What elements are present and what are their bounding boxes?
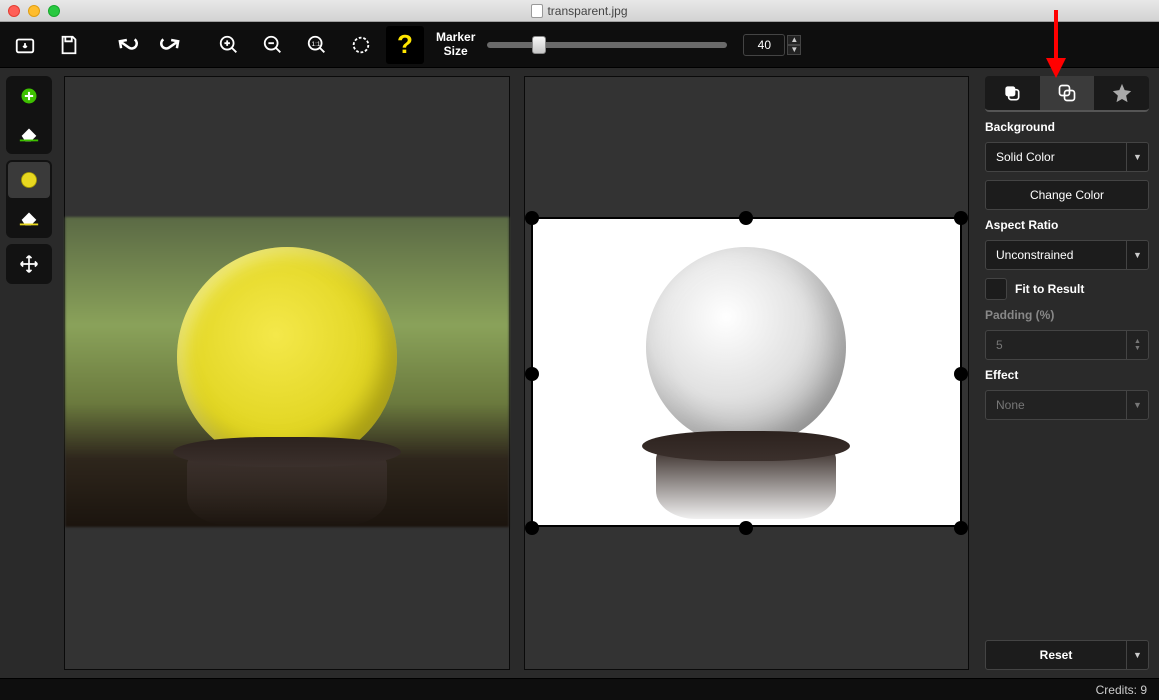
reset-button[interactable]: Reset — [985, 640, 1127, 670]
crop-handle-mr[interactable] — [954, 367, 968, 381]
zoom-in-button[interactable] — [210, 26, 248, 64]
chevron-down-icon[interactable]: ▼ — [1127, 240, 1149, 270]
crop-handle-ml[interactable] — [525, 367, 539, 381]
result-base — [656, 449, 836, 519]
globe-base — [187, 455, 387, 525]
effect-value: None — [985, 390, 1127, 420]
star-icon — [1111, 82, 1133, 104]
marker-size-stepper[interactable]: ▲ ▼ — [787, 35, 801, 55]
reset-menu-caret[interactable]: ▼ — [1127, 640, 1149, 670]
fit-to-result-label: Fit to Result — [1015, 282, 1084, 296]
svg-text:1:1: 1:1 — [312, 40, 321, 47]
square-outline-stack-icon — [1057, 83, 1077, 103]
effect-select[interactable]: None ▼ — [985, 390, 1149, 420]
zoom-actual-icon: 1:1 — [306, 34, 328, 56]
yellow-circle-icon — [19, 170, 39, 190]
zoom-actual-button[interactable]: 1:1 — [298, 26, 336, 64]
document-title-text: transparent.jpg — [547, 4, 627, 18]
tab-layers[interactable] — [985, 76, 1040, 110]
result-globe — [646, 247, 846, 447]
zoom-fit-button[interactable] — [342, 26, 380, 64]
aspect-ratio-value: Unconstrained — [985, 240, 1127, 270]
zoom-out-button[interactable] — [254, 26, 292, 64]
change-color-button[interactable]: Change Color — [985, 180, 1149, 210]
crop-handle-br[interactable] — [954, 521, 968, 535]
help-button[interactable]: ? — [386, 26, 424, 64]
chevron-down-icon[interactable]: ▼ — [1127, 390, 1149, 420]
right-panel: Background Solid Color ▼ Change Color As… — [975, 68, 1159, 678]
eraser-tool[interactable] — [8, 116, 50, 152]
zoom-out-icon — [262, 34, 284, 56]
crop-handle-bc[interactable] — [739, 521, 753, 535]
window-titlebar: transparent.jpg — [0, 0, 1159, 22]
eraser-icon — [18, 126, 40, 142]
background-select-value: Solid Color — [985, 142, 1127, 172]
panel-tabs — [985, 76, 1149, 112]
aspect-ratio-label: Aspect Ratio — [985, 218, 1149, 232]
marker-size-input[interactable] — [743, 34, 785, 56]
undo-icon — [115, 33, 139, 57]
crop-handle-tc[interactable] — [739, 211, 753, 225]
help-icon: ? — [397, 29, 413, 60]
eraser-yellow-icon — [18, 210, 40, 226]
plus-circle-icon — [19, 86, 39, 106]
mark-keep-tool[interactable] — [8, 162, 50, 198]
status-bar: Credits: 9 — [0, 678, 1159, 700]
background-label: Background — [985, 120, 1149, 134]
move-icon — [19, 254, 39, 274]
selection-overlay — [177, 247, 397, 467]
save-button[interactable] — [50, 26, 88, 64]
document-title: transparent.jpg — [0, 4, 1159, 18]
redo-icon — [159, 33, 183, 57]
crop-handle-tr[interactable] — [954, 211, 968, 225]
source-canvas[interactable] — [64, 76, 510, 670]
eraser-keep-tool[interactable] — [8, 200, 50, 236]
square-stack-icon — [1002, 83, 1022, 103]
redo-button[interactable] — [152, 26, 190, 64]
stepper-up-icon[interactable]: ▲ — [787, 35, 801, 45]
padding-label: Padding (%) — [985, 308, 1149, 322]
move-tool[interactable] — [8, 246, 50, 282]
padding-input: 5 ▲▼ — [985, 330, 1149, 360]
document-icon — [531, 4, 543, 18]
open-button[interactable] — [6, 26, 44, 64]
tab-background[interactable] — [1040, 76, 1095, 110]
folder-down-icon — [14, 34, 36, 56]
fit-to-result-checkbox[interactable] — [985, 278, 1007, 300]
main-toolbar: 1:1 ? Marker Size ▲ ▼ — [0, 22, 1159, 68]
undo-button[interactable] — [108, 26, 146, 64]
tab-effects[interactable] — [1094, 76, 1149, 110]
marker-size-label: Marker Size — [436, 31, 475, 57]
crop-handle-tl[interactable] — [525, 211, 539, 225]
aspect-ratio-select[interactable]: Unconstrained ▼ — [985, 240, 1149, 270]
mark-add-tool[interactable] — [8, 78, 50, 114]
credits-label: Credits: 9 — [1096, 683, 1147, 697]
left-toolbar — [0, 68, 58, 678]
marker-size-slider[interactable] — [487, 42, 727, 48]
padding-value: 5 — [985, 330, 1127, 360]
background-select[interactable]: Solid Color ▼ — [985, 142, 1149, 172]
padding-stepper: ▲▼ — [1127, 330, 1149, 360]
chevron-down-icon[interactable]: ▼ — [1127, 142, 1149, 172]
zoom-in-icon — [218, 34, 240, 56]
preview-area — [531, 217, 963, 527]
result-canvas[interactable] — [524, 76, 970, 670]
save-icon — [58, 34, 80, 56]
crop-handle-bl[interactable] — [525, 521, 539, 535]
stepper-down-icon[interactable]: ▼ — [787, 45, 801, 55]
effect-label: Effect — [985, 368, 1149, 382]
zoom-fit-icon — [350, 34, 372, 56]
